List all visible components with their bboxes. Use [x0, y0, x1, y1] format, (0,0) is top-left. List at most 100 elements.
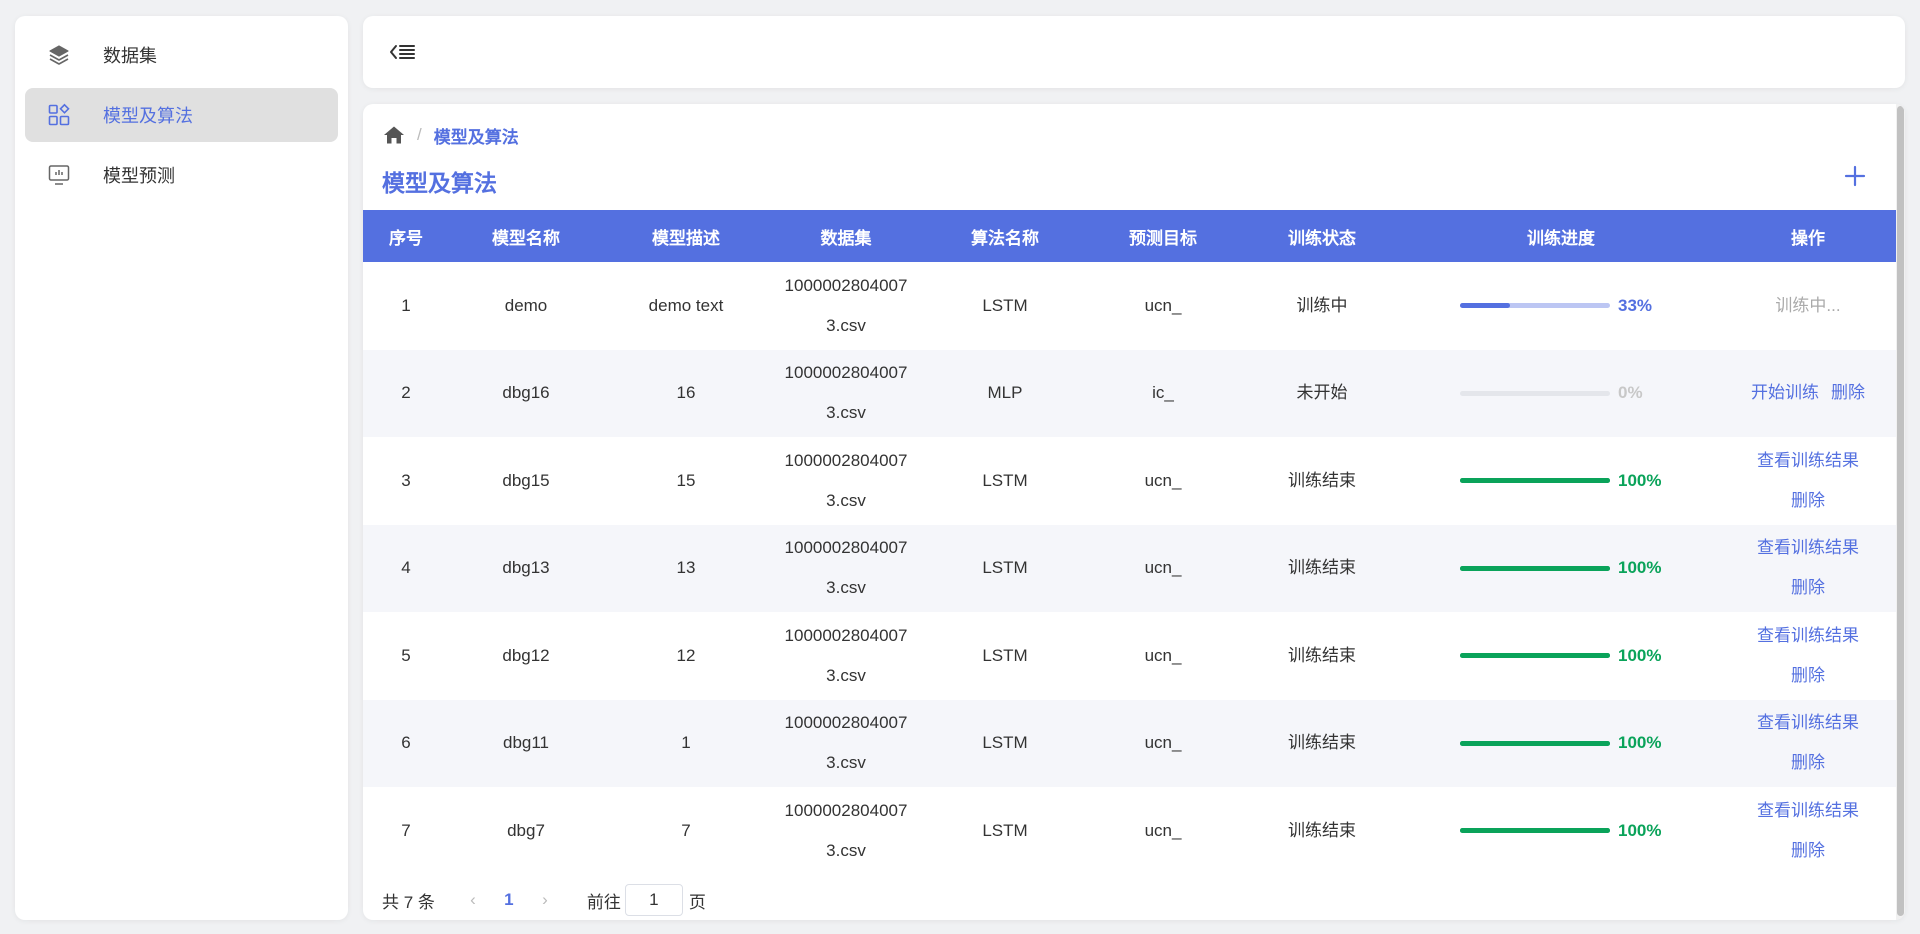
- sidebar-item-datasets[interactable]: 数据集: [25, 28, 338, 82]
- cell-algorithm: LSTM: [982, 733, 1028, 753]
- goto-page-input[interactable]: [624, 884, 683, 916]
- add-model-button[interactable]: [1841, 162, 1869, 190]
- cell-no: 6: [401, 733, 411, 753]
- table-row: 2 dbg16 16 10000028040073.csv MLP ic_ 未开始 0% 开始训…: [363, 349, 1899, 438]
- view-results-link[interactable]: 查看训练结果: [1757, 451, 1859, 470]
- view-results-link[interactable]: 查看训练结果: [1757, 801, 1859, 820]
- view-results-link[interactable]: 查看训练结果: [1757, 713, 1859, 732]
- cell-target: ucn_: [1144, 295, 1182, 315]
- cell-target: ucn_: [1144, 820, 1182, 840]
- home-icon[interactable]: [383, 125, 405, 145]
- scrollbar-thumb[interactable]: [1897, 106, 1904, 916]
- chevron-right-icon[interactable]: ›: [531, 890, 559, 910]
- cell-algorithm: MLP: [987, 383, 1023, 403]
- cell-progress: 100%: [1405, 787, 1717, 875]
- column-header-status[interactable]: 训练状态: [1239, 210, 1405, 262]
- column-header-desc[interactable]: 模型描述: [603, 210, 769, 262]
- sidebar: 数据集 模型及算法 模型预测: [15, 16, 348, 920]
- delete-link[interactable]: 删除: [1791, 578, 1825, 597]
- table-row: 7 dbg7 7 10000028040073.csv LSTM ucn_ 训练结束 100%…: [363, 787, 1899, 875]
- sidebar-item-label: 模型预测: [103, 166, 175, 186]
- cell-actions: 查看训练结果 删除: [1717, 787, 1899, 875]
- cell-status: 未开始: [1296, 383, 1348, 403]
- progress-bar-fill: [1460, 740, 1610, 746]
- progress-bar-fill: [1460, 653, 1610, 659]
- table-row: 3 dbg15 15 10000028040073.csv LSTM ucn_ 训练结束 10…: [363, 437, 1899, 525]
- cell-progress: 33%: [1405, 262, 1717, 350]
- cell-desc: 16: [676, 383, 696, 403]
- goto-suffix: 页: [688, 892, 706, 912]
- cell-name: dbg11: [502, 733, 549, 753]
- cell-desc: 15: [676, 470, 696, 490]
- cell-dataset: 10000028040073.csv: [784, 625, 908, 685]
- progress-percent: 33%: [1618, 295, 1653, 315]
- sidebar-item-models[interactable]: 模型及算法: [25, 88, 338, 142]
- sidebar-item-prediction[interactable]: 模型预测: [25, 148, 338, 202]
- cell-no: 7: [401, 820, 411, 840]
- progress-bar-fill: [1460, 828, 1610, 834]
- cell-status: 训练结束: [1288, 733, 1356, 753]
- cell-actions: 查看训练结果 删除: [1717, 612, 1899, 700]
- collapse-sidebar-icon[interactable]: [387, 36, 419, 68]
- delete-link[interactable]: 删除: [1791, 666, 1825, 685]
- progress-bar: [1460, 390, 1610, 396]
- cell-dataset: 10000028040073.csv: [784, 275, 908, 335]
- view-results-link[interactable]: 查看训练结果: [1757, 626, 1859, 645]
- column-header-progress[interactable]: 训练进度: [1405, 210, 1717, 262]
- cell-target: ucn_: [1144, 558, 1182, 578]
- chevron-left-icon[interactable]: ‹: [459, 890, 487, 910]
- cell-progress: 100%: [1405, 437, 1717, 525]
- cell-algorithm: LSTM: [982, 645, 1028, 665]
- progress-bar: [1460, 828, 1610, 834]
- delete-link[interactable]: 删除: [1831, 383, 1865, 402]
- column-header-algorithm[interactable]: 算法名称: [923, 210, 1087, 262]
- main-panel: / 模型及算法 模型及算法 序号 模型名称 模型描述 数据集 算法名称 预测目标…: [363, 104, 1905, 920]
- cell-algorithm: LSTM: [982, 295, 1028, 315]
- progress-bar-fill: [1460, 303, 1510, 309]
- goto-label: 前往: [586, 892, 621, 912]
- start-training-link[interactable]: 开始训练: [1751, 383, 1819, 402]
- breadcrumb-separator: /: [417, 125, 422, 144]
- table-row: 1 demo demo text 10000028040073.csv LSTM ucn_…: [363, 262, 1899, 350]
- cell-desc: 7: [681, 820, 691, 840]
- cell-no: 2: [401, 383, 411, 403]
- app-root: 数据集 模型及算法 模型预测 / 模型及算法 模型及算法 序号 模型名称 模型描…: [0, 0, 1920, 934]
- progress-percent: 100%: [1618, 645, 1662, 665]
- delete-link[interactable]: 删除: [1791, 491, 1825, 510]
- cell-status: 训练中: [1296, 295, 1348, 315]
- cell-progress: 0%: [1405, 350, 1717, 438]
- cell-algorithm: LSTM: [982, 558, 1028, 578]
- page-number-current[interactable]: 1: [487, 890, 531, 910]
- progress-bar: [1460, 565, 1610, 571]
- cell-progress: 100%: [1405, 700, 1717, 788]
- delete-link[interactable]: 删除: [1791, 841, 1825, 860]
- monitor-icon: [45, 161, 73, 189]
- cell-dataset: 10000028040073.csv: [784, 450, 908, 510]
- cell-dataset: 10000028040073.csv: [784, 800, 908, 860]
- delete-link[interactable]: 删除: [1791, 753, 1825, 772]
- progress-bar: [1460, 478, 1610, 484]
- column-header-no[interactable]: 序号: [363, 210, 449, 262]
- column-header-name[interactable]: 模型名称: [449, 210, 603, 262]
- vertical-scrollbar[interactable]: [1896, 104, 1905, 920]
- table-row: 4 dbg13 13 10000028040073.csv LSTM ucn_ 训练结束 10…: [363, 524, 1899, 612]
- progress-bar: [1460, 303, 1610, 309]
- column-header-actions[interactable]: 操作: [1717, 210, 1899, 262]
- plus-icon: [1844, 165, 1866, 187]
- column-header-target[interactable]: 预测目标: [1087, 210, 1239, 262]
- cell-target: ucn_: [1144, 733, 1182, 753]
- progress-percent: 100%: [1618, 820, 1662, 840]
- cell-no: 4: [401, 558, 411, 578]
- cell-status: 训练结束: [1288, 645, 1356, 665]
- cell-progress: 100%: [1405, 612, 1717, 700]
- cell-desc: 12: [676, 645, 696, 665]
- cell-no: 1: [401, 295, 411, 315]
- progress-bar: [1460, 740, 1610, 746]
- column-header-dataset[interactable]: 数据集: [769, 210, 923, 262]
- cell-actions: 开始训练 删除: [1717, 350, 1899, 438]
- cell-actions: 训练中...: [1717, 262, 1899, 350]
- cell-dataset: 10000028040073.csv: [784, 363, 908, 423]
- page-title: 模型及算法: [382, 170, 497, 196]
- cell-target: ic_: [1152, 383, 1174, 403]
- view-results-link[interactable]: 查看训练结果: [1757, 538, 1859, 557]
